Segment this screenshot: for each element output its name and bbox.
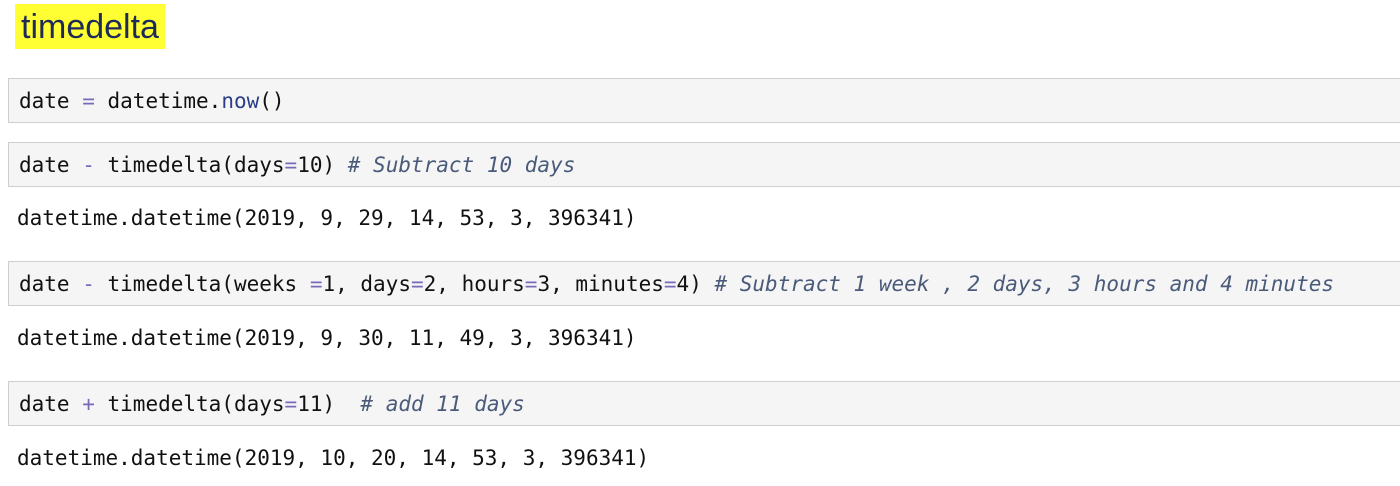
heading-highlight: timedelta	[15, 4, 165, 49]
code-token: =	[524, 271, 538, 296]
code-token: timedelta(days	[94, 391, 285, 416]
code-token: 4)	[676, 271, 715, 296]
code-token: +	[82, 391, 95, 416]
output-text: datetime.datetime(2019, 10, 20, 14, 53, …	[17, 446, 650, 470]
code-line: date - timedelta(days=10) # Subtract 10 …	[19, 153, 575, 177]
code-token: 1, days	[322, 271, 411, 296]
code-token: ()	[259, 88, 285, 113]
code-line: date = datetime.now()	[19, 89, 285, 113]
code-token: date	[19, 88, 83, 113]
output-text: datetime.datetime(2019, 9, 29, 14, 53, 3…	[17, 206, 637, 230]
notebook-page: timedelta date = datetime.now() date - t…	[0, 0, 1400, 486]
code-token: =	[284, 152, 298, 177]
code-cell-subtract-days[interactable]: date - timedelta(days=10) # Subtract 10 …	[8, 142, 1400, 187]
code-token: =	[663, 271, 677, 296]
code-token: =	[410, 271, 424, 296]
code-token: 3, minutes	[537, 271, 664, 296]
code-token: -	[82, 271, 95, 296]
code-comment: # Subtract 1 week , 2 days, 3 hours and …	[714, 271, 1334, 296]
code-token: date	[19, 391, 83, 416]
code-line: date + timedelta(days=11) # add 11 days	[19, 392, 525, 416]
code-comment: # Subtract 10 days	[347, 152, 576, 177]
output-text: datetime.datetime(2019, 9, 30, 11, 49, 3…	[17, 326, 637, 350]
section-heading: timedelta	[21, 7, 159, 46]
code-token: now	[221, 88, 260, 113]
code-token: date	[19, 271, 83, 296]
code-comment: # add 11 days	[360, 391, 525, 416]
code-token: timedelta(weeks	[94, 271, 310, 296]
code-token: =	[309, 271, 323, 296]
code-token: timedelta(days	[94, 152, 285, 177]
code-token: =	[284, 391, 298, 416]
code-token: =	[82, 88, 95, 113]
code-token: date	[19, 152, 83, 177]
code-line: date - timedelta(weeks =1, days=2, hours…	[19, 272, 1334, 296]
code-token: 11)	[297, 391, 361, 416]
code-token: 2, hours	[423, 271, 525, 296]
code-token: -	[82, 152, 95, 177]
code-cell-subtract-mixed[interactable]: date - timedelta(weeks =1, days=2, hours…	[8, 261, 1400, 306]
code-token: datetime.	[94, 88, 222, 113]
code-cell-add-days[interactable]: date + timedelta(days=11) # add 11 days	[8, 381, 1400, 426]
code-cell-now[interactable]: date = datetime.now()	[8, 78, 1400, 123]
code-token: 10)	[297, 152, 348, 177]
